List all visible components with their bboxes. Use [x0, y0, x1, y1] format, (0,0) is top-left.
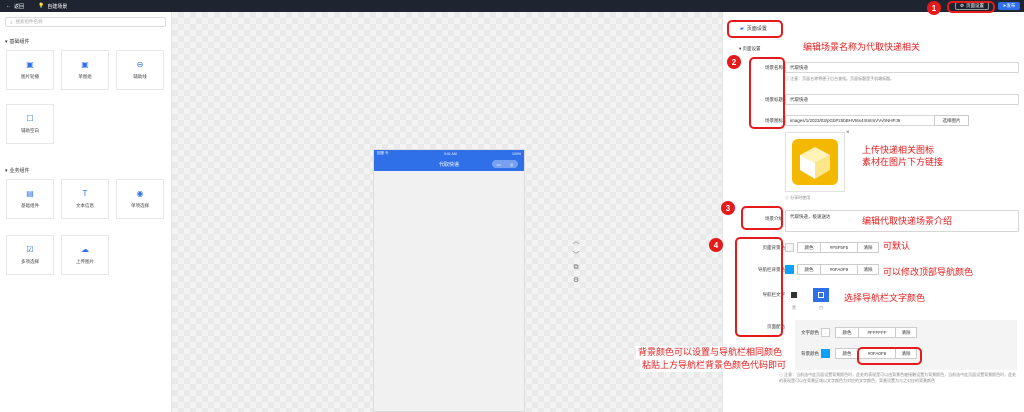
- chevron-down-icon[interactable]: ﹀: [573, 250, 580, 260]
- nav-bg-color-tab[interactable]: 颜色: [797, 264, 821, 275]
- annotation-text: 选择导航栏文字颜色: [844, 293, 926, 303]
- radio-icon: ◉: [136, 188, 144, 198]
- caret-down-icon: ▾: [5, 38, 8, 45]
- component-tile[interactable]: ▣ 图片轮播: [6, 50, 54, 90]
- upload-icon: ☁: [81, 244, 89, 254]
- bg-color-swatch[interactable]: [821, 349, 830, 358]
- copy-icon[interactable]: ⧉: [574, 264, 579, 272]
- section-header[interactable]: ▾ 页面设置: [739, 46, 761, 52]
- nav-text-white-label: 白: [819, 305, 823, 310]
- checkbox-icon: ☑: [26, 244, 34, 254]
- annotation-badge-1: 1: [927, 1, 941, 15]
- scene-name-hint: ⓘ 注意：页面名称将便于后台查找。页面标题是手机端标题。: [785, 76, 895, 81]
- group-basic-header[interactable]: ▾ 基础组件: [5, 38, 30, 46]
- annotation-box-3: [741, 206, 783, 230]
- page-color-hint: ⓘ 注意：当前选中此页面设置背景颜色时，此处的表现是可以由背景色被接触设置为背景…: [779, 372, 1017, 383]
- component-tile[interactable]: ☐ 辅助空白: [6, 104, 54, 144]
- annotation-badge-4: 4: [709, 238, 723, 252]
- search-icon: ⌕: [10, 19, 13, 25]
- annotation-box-bgcolor: [857, 347, 922, 365]
- form-icon: ▤: [26, 188, 34, 198]
- annotation-badge-3: 3: [721, 201, 735, 215]
- line-icon: ⊖: [136, 59, 144, 69]
- annotation-icon-2: 素材在图片下方链接: [862, 157, 944, 167]
- page-bg-color-tab[interactable]: 颜色: [797, 242, 821, 253]
- caret-down-icon: ▾: [5, 167, 8, 174]
- chevron-up-icon[interactable]: ︿: [573, 236, 580, 246]
- bg-color-tab[interactable]: 颜色: [835, 348, 859, 359]
- share-hint: ⓘ 分享时使用: [785, 195, 811, 200]
- back-link[interactable]: ← 返回: [6, 3, 24, 10]
- package-icon: [792, 139, 838, 185]
- scene-icon-path-input[interactable]: images/1/2023/03/pGbPz5bBHVt6s4ISntmVVvh…: [785, 115, 935, 126]
- annotation-box-4: [735, 237, 783, 337]
- component-tile[interactable]: ◉ 单项选择: [116, 179, 164, 219]
- annotation-bg-1: 背景颜色可以设置与导航栏相同颜色: [636, 346, 785, 359]
- annotation-box-tab: [727, 20, 783, 38]
- scene-title: 💡 自建场景: [38, 3, 68, 10]
- component-tile[interactable]: ☁ 上传图片: [61, 235, 109, 275]
- image-icon: ▣: [26, 59, 34, 69]
- square-icon: ☐: [26, 113, 34, 123]
- more-icon: •••: [496, 161, 501, 167]
- text-icon: T: [82, 188, 88, 198]
- nav-text-black-option[interactable]: [789, 290, 799, 300]
- annotation-icon-1: 上传快递相关图标: [862, 145, 935, 155]
- annotation-intro: 编辑代取快递场景介绍: [862, 216, 953, 226]
- page-bg-value[interactable]: #F5F5F5: [820, 242, 858, 253]
- page-bg-swatch[interactable]: [785, 243, 794, 252]
- component-tile[interactable]: ▣ 单图组: [61, 50, 109, 90]
- nav-text-black-label: 黑: [792, 305, 796, 310]
- arrow-left-icon: ←: [6, 3, 11, 9]
- annotation-nav: 可以修改顶部导航颜色: [883, 267, 974, 277]
- phone-preview: 回报 令 9:41 AM 100% 代取快递 ••• ◎: [373, 149, 525, 412]
- annotation-box-1: [947, 1, 995, 13]
- bg-color-label: 背景颜色: [801, 351, 819, 356]
- nav-bg-swatch[interactable]: [785, 265, 794, 274]
- image-icon: ▣: [81, 59, 89, 69]
- nav-bg-clear[interactable]: 清除: [857, 264, 879, 275]
- annotation-default: 可默认: [883, 241, 911, 251]
- nav-bg-value[interactable]: #0FA0F9: [820, 264, 858, 275]
- component-tile[interactable]: ⊖ 辅助线: [116, 50, 164, 90]
- text-color-value[interactable]: #FFFFFF: [858, 327, 896, 338]
- scene-name-input[interactable]: 代取快递: [785, 62, 1019, 73]
- annotation-badge-2: 2: [727, 55, 741, 69]
- remove-image-icon[interactable]: ×: [846, 130, 850, 136]
- text-color-clear[interactable]: 清除: [895, 327, 917, 338]
- publish-button[interactable]: ➤ 发布: [998, 2, 1020, 10]
- settings-icon[interactable]: ⚙: [573, 276, 579, 284]
- group-business-header[interactable]: ▾ 业务组件: [5, 167, 30, 175]
- component-panel: ⌕ 搜索组件名称 ▾ 基础组件 ▣ 图片轮播 ▣ 单图组 ⊖ 辅助线 ☐ 辅助空白 ▾ 业务…: [0, 12, 172, 412]
- phone-status-bar: 回报 令 9:41 AM 100%: [374, 150, 524, 157]
- bulb-icon: 💡: [38, 3, 45, 9]
- scene-icon-preview: [785, 132, 845, 192]
- text-color-swatch[interactable]: [821, 328, 830, 337]
- component-tile[interactable]: ▤ 基础组件: [6, 179, 54, 219]
- component-tile[interactable]: ☑ 多项选择: [6, 235, 54, 275]
- annotation-name: 编辑场景名称为代取快递相关: [803, 42, 921, 52]
- annotation-bg-2: 粘贴上方导航栏背景色颜色代码即可: [640, 359, 789, 372]
- text-color-label: 文字颜色: [801, 330, 819, 335]
- page-bg-clear[interactable]: 清除: [857, 242, 879, 253]
- annotation-box-2: [749, 57, 785, 129]
- mini-program-capsule: ••• ◎: [492, 160, 518, 168]
- target-icon: ◎: [509, 161, 514, 167]
- component-tile[interactable]: T 文本信息: [61, 179, 109, 219]
- nav-text-white-option[interactable]: [813, 288, 829, 302]
- phone-nav-bar[interactable]: 代取快递 ••• ◎: [374, 157, 524, 171]
- scene-title-input[interactable]: 代取快递: [785, 94, 1019, 105]
- top-bar: ← 返回 💡 自建场景 ⚙ 页面设置 ➤ 发布: [0, 0, 1024, 12]
- choose-image-button[interactable]: 选择图片: [934, 115, 969, 126]
- search-input[interactable]: ⌕ 搜索组件名称: [5, 17, 166, 27]
- text-color-tab[interactable]: 颜色: [835, 327, 859, 338]
- canvas-toolbar: ︿ ﹀ ⧉ ⚙: [570, 236, 582, 284]
